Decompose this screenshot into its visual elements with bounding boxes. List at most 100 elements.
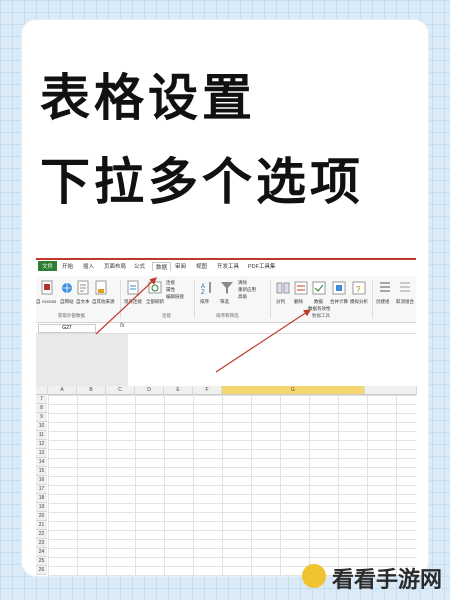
group-icon[interactable] xyxy=(378,280,392,296)
btn-consolidate[interactable]: 合并计算 xyxy=(330,299,348,305)
btn-text-to-columns[interactable]: 分列 xyxy=(276,299,285,305)
tab-pdf-tools[interactable]: PDF工具集 xyxy=(248,262,276,270)
tab-formulas[interactable]: 公式 xyxy=(134,262,145,270)
btn-data-validation[interactable]: 数据 xyxy=(314,299,323,305)
corner-cell[interactable] xyxy=(36,386,48,395)
ribbon-divider xyxy=(372,280,373,318)
btn-validation-dropdown[interactable]: 数据有效性 xyxy=(308,306,331,312)
btn-advanced[interactable]: 高级 xyxy=(238,294,247,300)
what-if-icon[interactable]: ? xyxy=(352,280,366,296)
tab-page-layout[interactable]: 页面布局 xyxy=(104,262,126,270)
btn-properties[interactable]: 属性 xyxy=(166,287,175,293)
btn-from-web[interactable]: 自网站 xyxy=(60,299,74,305)
column-header[interactable]: C xyxy=(106,386,135,395)
tab-file[interactable]: 文件 xyxy=(38,261,58,271)
row-header[interactable]: 21 xyxy=(36,521,47,530)
filter-icon[interactable] xyxy=(220,280,234,296)
row-header[interactable]: 15 xyxy=(36,467,47,476)
row-header[interactable]: 25 xyxy=(36,557,47,566)
ribbon-tabs: 文件 开始 插入 页面布局 公式 数据 审阅 视图 开发工具 PDF工具集 xyxy=(36,258,416,277)
btn-ungroup[interactable]: 取消组合 xyxy=(396,299,414,305)
btn-reapply[interactable]: 重新应用 xyxy=(238,287,256,293)
btn-group[interactable]: 创建组 xyxy=(376,299,390,305)
column-header[interactable]: D xyxy=(135,386,164,395)
ribbon-divider xyxy=(120,280,121,318)
btn-from-access[interactable]: 自 Access xyxy=(36,299,56,305)
group-data-tools: 数据工具 xyxy=(312,313,330,318)
btn-connections[interactable]: 连接 xyxy=(166,280,175,286)
watermark-text: 看看手游网 xyxy=(331,568,442,593)
btn-existing-connections[interactable]: 现有连接 xyxy=(124,299,142,305)
headline-line1: 表格设置 xyxy=(40,69,256,127)
tab-review[interactable]: 审阅 xyxy=(175,262,186,270)
sort-icon[interactable]: AZ xyxy=(200,280,214,296)
btn-clear[interactable]: 清除 xyxy=(238,280,247,286)
row-header[interactable]: 11 xyxy=(36,431,47,440)
access-icon[interactable] xyxy=(40,280,54,296)
row-header[interactable]: 10 xyxy=(36,422,47,431)
btn-from-text[interactable]: 自文本 xyxy=(76,299,90,305)
row-header[interactable]: 12 xyxy=(36,440,47,449)
row-header[interactable]: 7 xyxy=(36,395,47,404)
web-icon[interactable] xyxy=(60,280,74,296)
svg-text:Z: Z xyxy=(201,290,205,296)
btn-remove-duplicates[interactable]: 删除 xyxy=(294,299,303,305)
consolidate-icon[interactable] xyxy=(332,280,346,296)
gray-pane xyxy=(36,334,128,386)
column-header[interactable]: B xyxy=(77,386,106,395)
cell-grid[interactable] xyxy=(48,395,416,576)
group-get-external-data: 获取外部数据 xyxy=(58,313,85,318)
tab-insert[interactable]: 插入 xyxy=(83,262,94,270)
btn-refresh-all[interactable]: 全部刷新 xyxy=(146,299,164,305)
row-header[interactable]: 16 xyxy=(36,476,47,485)
ungroup-icon[interactable] xyxy=(398,280,412,296)
row-header[interactable]: 8 xyxy=(36,404,47,413)
row-header[interactable]: 18 xyxy=(36,494,47,503)
btn-filter[interactable]: 筛选 xyxy=(220,299,229,305)
highlight-underline xyxy=(36,258,416,260)
row-header[interactable]: 24 xyxy=(36,548,47,557)
other-source-icon[interactable] xyxy=(94,280,108,296)
btn-sort[interactable]: 排序 xyxy=(200,299,209,305)
column-header[interactable] xyxy=(365,386,417,395)
group-sort-filter: 排序和筛选 xyxy=(216,313,239,318)
ribbon-divider xyxy=(270,280,271,318)
headline-line2: 下拉多个选项 xyxy=(40,153,364,211)
row-header[interactable]: 26 xyxy=(36,566,47,575)
column-header[interactable]: F xyxy=(193,386,222,395)
row-header[interactable]: 20 xyxy=(36,512,47,521)
row-header[interactable]: 14 xyxy=(36,458,47,467)
tab-home[interactable]: 开始 xyxy=(62,262,73,270)
column-header[interactable]: A xyxy=(48,386,77,395)
name-box[interactable]: G27 xyxy=(38,324,96,333)
ribbon-divider xyxy=(194,280,195,318)
row-header[interactable]: 13 xyxy=(36,449,47,458)
formula-bar: G27 fx xyxy=(36,323,416,334)
text-to-columns-icon[interactable] xyxy=(276,280,290,296)
tab-view[interactable]: 视图 xyxy=(196,262,207,270)
remove-duplicates-icon[interactable] xyxy=(294,280,308,296)
column-header-selected[interactable]: G xyxy=(222,386,365,395)
btn-other-sources[interactable]: 自其他来源 xyxy=(92,299,115,305)
fx-icon[interactable]: fx xyxy=(120,323,125,329)
tab-developer[interactable]: 开发工具 xyxy=(217,262,239,270)
data-validation-icon[interactable] xyxy=(312,280,326,296)
row-header[interactable]: 9 xyxy=(36,413,47,422)
svg-text:?: ? xyxy=(356,285,361,294)
btn-edit-links[interactable]: 编辑链接 xyxy=(166,294,184,300)
column-header[interactable]: E xyxy=(164,386,193,395)
btn-what-if[interactable]: 模拟分析 xyxy=(350,299,368,305)
spreadsheet-grid[interactable]: A B C D E F G 7 8 9 10 11 12 13 14 15 16… xyxy=(36,386,417,576)
excel-screenshot: 文件 开始 插入 页面布局 公式 数据 审阅 视图 开发工具 PDF工具集 自 … xyxy=(36,238,417,576)
row-header[interactable]: 19 xyxy=(36,503,47,512)
text-icon[interactable] xyxy=(76,280,90,296)
content-card: 表格设置 下拉多个选项 文件 开始 插入 页面布局 公式 数据 审阅 视图 开发… xyxy=(22,20,428,576)
ribbon: 自 Access 自网站 自文本 自其他来源 现有连接 全部刷新 连接 属性 编… xyxy=(36,276,416,323)
group-connections: 连接 xyxy=(162,313,171,318)
row-header[interactable]: 23 xyxy=(36,539,47,548)
row-header[interactable]: 22 xyxy=(36,530,47,539)
refresh-icon[interactable] xyxy=(148,280,162,296)
row-header[interactable]: 17 xyxy=(36,485,47,494)
tab-data[interactable]: 数据 xyxy=(152,262,172,271)
existing-connection-icon[interactable] xyxy=(126,280,140,296)
